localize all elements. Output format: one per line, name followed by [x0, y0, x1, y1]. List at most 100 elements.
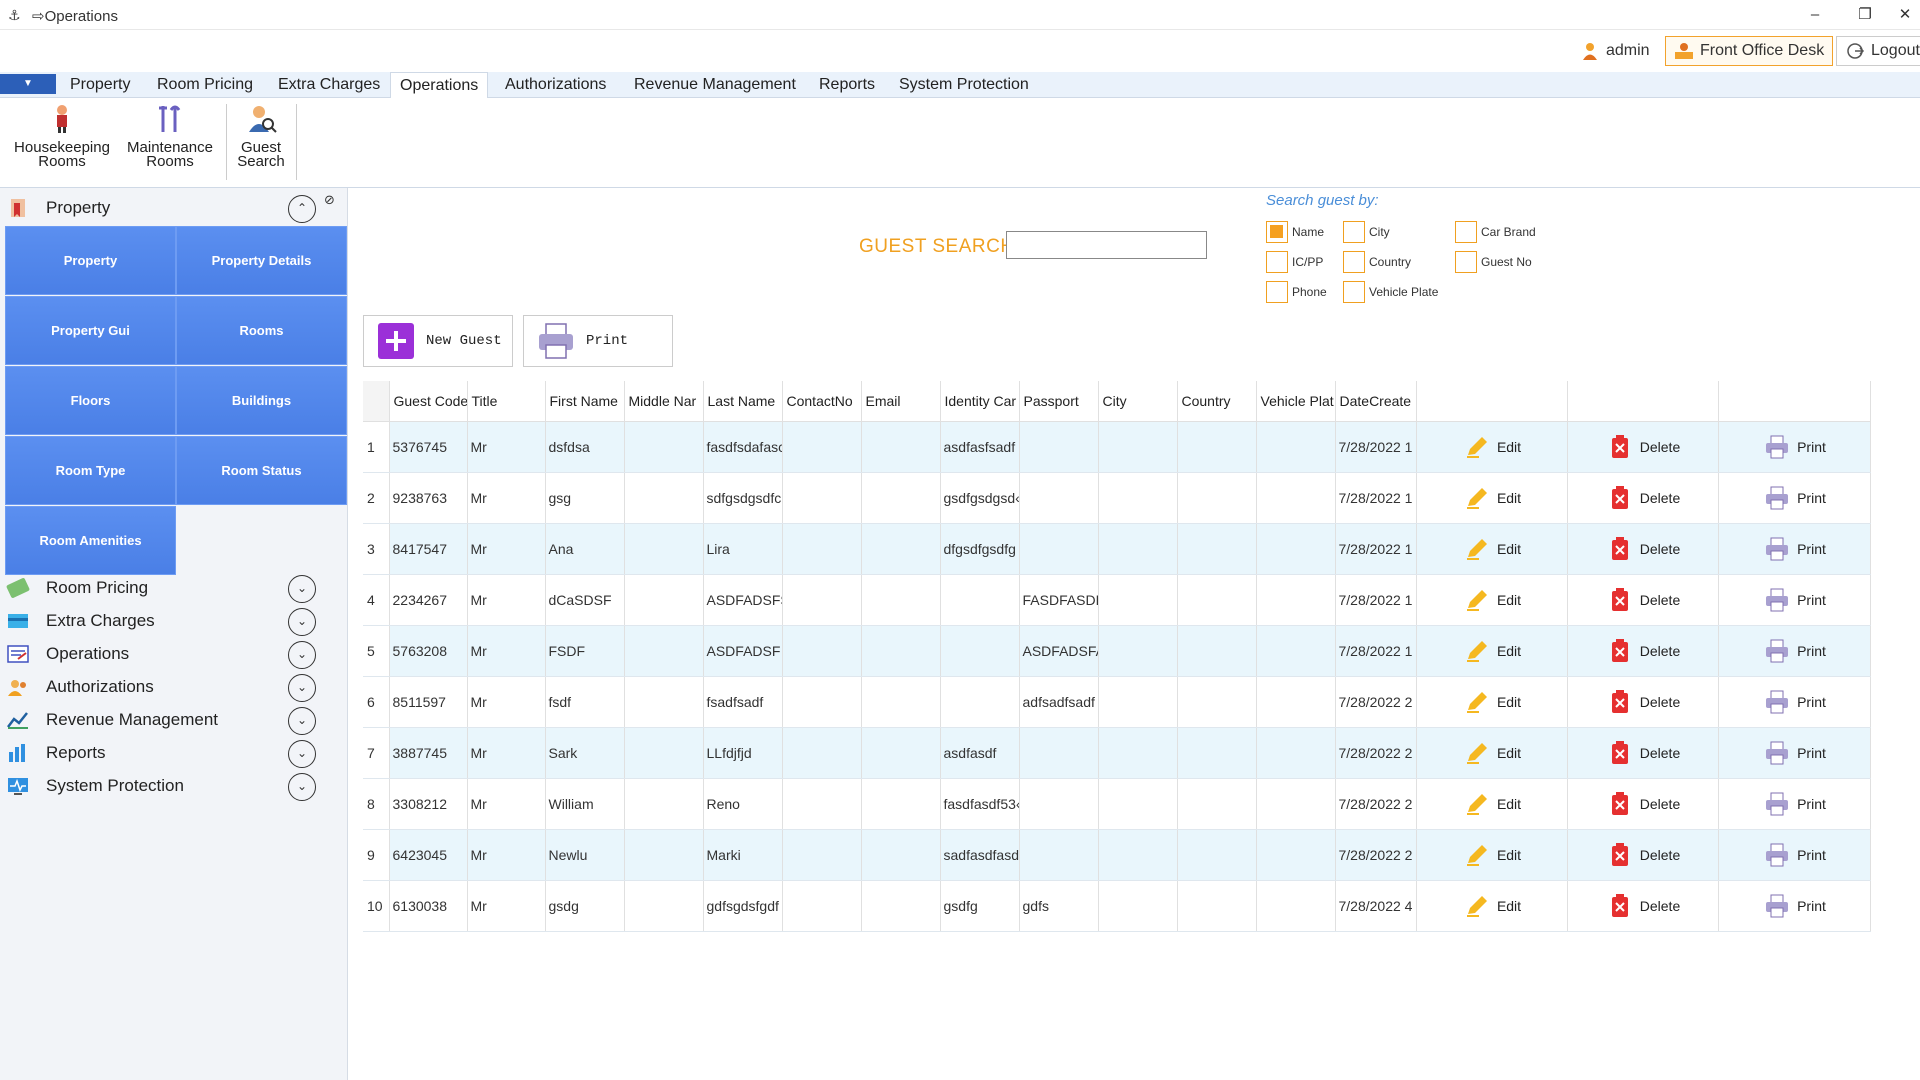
column-header[interactable]: Vehicle Plat — [1256, 381, 1336, 422]
table-row[interactable]: 4 2234267 Mr dCaSDSF ASDFADSFS FASDFASDF 7/28/… — [363, 574, 1871, 626]
menu-room-pricing[interactable]: Room Pricing — [148, 72, 262, 98]
tile-room-type[interactable]: Room Type — [5, 436, 176, 505]
cell-middle[interactable] — [624, 523, 704, 575]
cell-middle[interactable] — [624, 727, 704, 779]
checkbox-box[interactable] — [1266, 251, 1288, 273]
checkbox-box[interactable] — [1266, 281, 1288, 303]
cell-contact[interactable] — [782, 574, 862, 626]
tile-room-amenities[interactable]: Room Amenities — [5, 506, 176, 575]
table-row[interactable]: 5 5763208 Mr FSDF ASDFADSF ASDFADSFA 7/28/2022… — [363, 625, 1871, 677]
cell-email[interactable] — [861, 472, 941, 524]
menu-extra-charges[interactable]: Extra Charges — [269, 72, 389, 98]
delete-row-button[interactable]: Delete — [1571, 575, 1718, 625]
cell-code[interactable]: 8417547 — [389, 523, 468, 575]
delete-row-button[interactable]: Delete — [1571, 626, 1718, 676]
cell-country[interactable] — [1177, 421, 1257, 473]
cell-vehicle[interactable] — [1256, 472, 1336, 524]
minimize-button[interactable]: – — [1800, 4, 1830, 26]
app-menu-dropdown[interactable]: ▼ — [0, 74, 56, 94]
cell-identity[interactable]: dfgsdfgsdfg — [940, 523, 1020, 575]
cell-city[interactable] — [1098, 625, 1178, 677]
cell-email[interactable] — [861, 829, 941, 881]
search-by-phone-checkbox[interactable]: Phone — [1266, 281, 1327, 303]
cell-code[interactable]: 5376745 — [389, 421, 468, 473]
expand-chevron-icon[interactable]: ⌄ — [288, 641, 316, 669]
column-header[interactable]: Middle Nar — [624, 381, 704, 422]
search-by-vehicle-plate-checkbox[interactable]: Vehicle Plate — [1343, 281, 1438, 303]
delete-row-button[interactable]: Delete — [1571, 524, 1718, 574]
maintenance-rooms-button[interactable]: Maintenance Rooms — [122, 104, 218, 169]
delete-row-button[interactable]: Delete — [1571, 473, 1718, 523]
delete-row-button[interactable]: Delete — [1571, 728, 1718, 778]
print-row-button[interactable]: Print — [1722, 473, 1870, 523]
edit-row-button[interactable]: Edit — [1420, 422, 1567, 472]
expand-chevron-icon[interactable]: ⌄ — [288, 608, 316, 636]
close-button[interactable]: ✕ — [1890, 4, 1920, 26]
cell-identity[interactable]: sadfasdfasd — [940, 829, 1020, 881]
cell-title[interactable]: Mr — [467, 829, 546, 881]
cell-contact[interactable] — [782, 829, 862, 881]
pin-icon[interactable]: ⊘ — [324, 192, 344, 208]
cell-title[interactable]: Mr — [467, 880, 546, 932]
menu-revenue-management[interactable]: Revenue Management — [625, 72, 805, 98]
sidebar-section-system-protection[interactable]: System Protection ⌄ — [6, 771, 336, 801]
cell-first[interactable]: dsfdsa — [545, 421, 625, 473]
cell-identity[interactable]: fasdfasdf53‹ — [940, 778, 1020, 830]
tile-buildings[interactable]: Buildings — [176, 366, 347, 435]
cell-country[interactable] — [1177, 880, 1257, 932]
cell-vehicle[interactable] — [1256, 574, 1336, 626]
edit-row-button[interactable]: Edit — [1420, 473, 1567, 523]
cell-passport[interactable]: gdfs — [1019, 880, 1099, 932]
cell-contact[interactable] — [782, 676, 862, 728]
cell-passport[interactable] — [1019, 421, 1099, 473]
expand-chevron-icon[interactable]: ⌄ — [288, 773, 316, 801]
cell-email[interactable] — [861, 676, 941, 728]
cell-date[interactable]: 7/28/2022 1 — [1335, 625, 1417, 677]
cell-contact[interactable] — [782, 523, 862, 575]
cell-first[interactable]: gsdg — [545, 880, 625, 932]
cell-date[interactable]: 7/28/2022 4 — [1335, 880, 1417, 932]
sidebar-section-property[interactable]: Property ⌃ — [6, 193, 336, 223]
checkbox-box[interactable] — [1266, 221, 1288, 243]
cell-title[interactable]: Mr — [467, 778, 546, 830]
cell-passport[interactable] — [1019, 523, 1099, 575]
cell-first[interactable]: Ana — [545, 523, 625, 575]
cell-passport[interactable]: FASDFASDF — [1019, 574, 1099, 626]
cell-vehicle[interactable] — [1256, 625, 1336, 677]
delete-row-button[interactable]: Delete — [1571, 881, 1718, 931]
menu-property[interactable]: Property — [61, 72, 139, 98]
cell-vehicle[interactable] — [1256, 829, 1336, 881]
cell-first[interactable]: Sark — [545, 727, 625, 779]
cell-title[interactable]: Mr — [467, 421, 546, 473]
expand-chevron-icon[interactable]: ⌄ — [288, 707, 316, 735]
tile-property-details[interactable]: Property Details — [176, 226, 347, 295]
cell-country[interactable] — [1177, 523, 1257, 575]
cell-email[interactable] — [861, 727, 941, 779]
table-row[interactable]: 1 5376745 Mr dsfdsa fasdfsdafasc asdfasfsadf 7… — [363, 421, 1871, 473]
sidebar-section-operations[interactable]: Operations ⌄ — [6, 639, 336, 669]
column-header[interactable]: City — [1098, 381, 1178, 422]
cell-contact[interactable] — [782, 472, 862, 524]
print-row-button[interactable]: Print — [1722, 830, 1870, 880]
checkbox-box[interactable] — [1343, 221, 1365, 243]
delete-row-button[interactable]: Delete — [1571, 779, 1718, 829]
cell-middle[interactable] — [624, 625, 704, 677]
cell-identity[interactable]: gsdfg — [940, 880, 1020, 932]
column-header[interactable]: Guest Code — [389, 381, 468, 422]
expand-chevron-icon[interactable]: ⌄ — [288, 575, 316, 603]
edit-row-button[interactable]: Edit — [1420, 779, 1567, 829]
edit-row-button[interactable]: Edit — [1420, 677, 1567, 727]
user-menu[interactable]: admin — [1580, 36, 1650, 66]
cell-contact[interactable] — [782, 778, 862, 830]
cell-middle[interactable] — [624, 472, 704, 524]
edit-row-button[interactable]: Edit — [1420, 524, 1567, 574]
print-row-button[interactable]: Print — [1722, 779, 1870, 829]
cell-email[interactable] — [861, 523, 941, 575]
cell-identity[interactable] — [940, 574, 1020, 626]
menu-reports[interactable]: Reports — [810, 72, 884, 98]
cell-country[interactable] — [1177, 625, 1257, 677]
print-row-button[interactable]: Print — [1722, 524, 1870, 574]
table-row[interactable]: 9 6423045 Mr Newlu Marki sadfasdfasd 7/28/2022… — [363, 829, 1871, 881]
cell-city[interactable] — [1098, 727, 1178, 779]
cell-last[interactable]: Marki — [703, 829, 783, 881]
